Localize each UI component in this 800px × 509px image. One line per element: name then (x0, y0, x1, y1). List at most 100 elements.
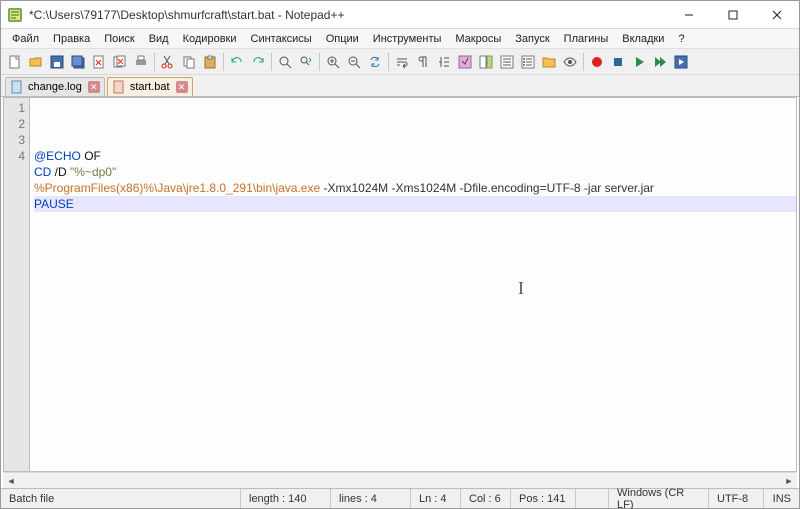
redo-icon (250, 54, 266, 70)
tab-label: change.log (28, 81, 82, 93)
record-macro-button[interactable] (587, 52, 607, 72)
file-icon (10, 80, 24, 94)
toolbar-separator (154, 53, 155, 71)
sync-scroll-button[interactable] (365, 52, 385, 72)
status-language: Batch file (1, 489, 241, 508)
code-line[interactable]: %ProgramFiles(x86)%\Java\jre1.8.0_291\bi… (34, 180, 796, 196)
line-number: 3 (4, 132, 25, 148)
save-all-button[interactable] (68, 52, 88, 72)
menu-encoding[interactable]: Кодировки (176, 31, 244, 47)
undo-icon (229, 54, 245, 70)
scroll-track[interactable] (19, 474, 781, 488)
titlebar: *C:\Users\79177\Desktop\shmurfcraft\star… (1, 1, 799, 29)
code-line[interactable]: PAUSE (34, 196, 796, 212)
find-button[interactable] (275, 52, 295, 72)
sync-icon (367, 54, 383, 70)
minimize-button[interactable] (667, 1, 711, 29)
stop-macro-button[interactable] (608, 52, 628, 72)
toolbar-separator (223, 53, 224, 71)
toolbar (1, 49, 799, 75)
doc-map-button[interactable] (476, 52, 496, 72)
zoom-out-button[interactable] (344, 52, 364, 72)
scroll-right-button[interactable]: ► (781, 474, 797, 488)
redo-button[interactable] (248, 52, 268, 72)
close-file-icon (91, 54, 107, 70)
menu-syntax[interactable]: Синтаксисы (244, 31, 319, 47)
func-list-button[interactable] (518, 52, 538, 72)
zoom-out-icon (346, 54, 362, 70)
file-icon (112, 80, 126, 94)
func-list-icon (520, 54, 536, 70)
record-icon (589, 54, 605, 70)
copy-button[interactable] (179, 52, 199, 72)
status-lines: lines : 4 (331, 489, 411, 508)
new-button[interactable] (5, 52, 25, 72)
paste-icon (202, 54, 218, 70)
new-file-icon (7, 54, 23, 70)
save-macro-button[interactable] (671, 52, 691, 72)
close-file-button[interactable] (89, 52, 109, 72)
search-icon (277, 54, 293, 70)
maximize-icon (728, 10, 738, 20)
doc-list-button[interactable] (497, 52, 517, 72)
code-line[interactable]: @ECHO OF (34, 148, 796, 164)
monitoring-button[interactable] (560, 52, 580, 72)
toolbar-separator (583, 53, 584, 71)
save-icon (49, 54, 65, 70)
menu-edit[interactable]: Правка (46, 31, 97, 47)
play-multi-button[interactable] (650, 52, 670, 72)
undo-button[interactable] (227, 52, 247, 72)
menu-file[interactable]: Файл (5, 31, 46, 47)
menu-plugins[interactable]: Плагины (557, 31, 616, 47)
toolbar-separator (319, 53, 320, 71)
menu-view[interactable]: Вид (142, 31, 176, 47)
paste-button[interactable] (200, 52, 220, 72)
open-button[interactable] (26, 52, 46, 72)
close-button[interactable] (755, 1, 799, 29)
zoom-in-button[interactable] (323, 52, 343, 72)
save-all-icon (70, 54, 86, 70)
menu-tools[interactable]: Инструменты (366, 31, 449, 47)
wordwrap-button[interactable] (392, 52, 412, 72)
user-lang-button[interactable] (455, 52, 475, 72)
print-button[interactable] (131, 52, 151, 72)
code-token: -Xmx1024M -Xms1024M -Dfile.encoding=UTF-… (320, 181, 654, 195)
folder-workspace-button[interactable] (539, 52, 559, 72)
maximize-button[interactable] (711, 1, 755, 29)
window-title: *C:\Users\79177\Desktop\shmurfcraft\star… (29, 8, 667, 22)
tab-label: start.bat (130, 81, 170, 93)
line-number: 2 (4, 116, 25, 132)
line-number: 4 (4, 148, 25, 164)
doc-list-icon (499, 54, 515, 70)
menu-macros[interactable]: Макросы (448, 31, 508, 47)
tab-start-bat[interactable]: start.bat ✕ (107, 77, 193, 96)
indent-guide-button[interactable] (434, 52, 454, 72)
status-length: length : 140 (241, 489, 331, 508)
tab-close-button[interactable]: ✕ (88, 81, 100, 93)
tabbar: change.log ✕ start.bat ✕ (1, 75, 799, 97)
menu-run[interactable]: Запуск (508, 31, 556, 47)
show-all-chars-button[interactable] (413, 52, 433, 72)
cut-button[interactable] (158, 52, 178, 72)
menu-help[interactable]: ? (671, 31, 691, 47)
menu-search[interactable]: Поиск (97, 31, 141, 47)
play-macro-button[interactable] (629, 52, 649, 72)
status-col: Col : 6 (461, 489, 511, 508)
menu-options[interactable]: Опции (319, 31, 366, 47)
zoom-in-icon (325, 54, 341, 70)
line-number: 1 (4, 100, 25, 116)
tab-change-log[interactable]: change.log ✕ (5, 77, 105, 96)
code-token: OF (81, 149, 101, 163)
replace-button[interactable] (296, 52, 316, 72)
save-button[interactable] (47, 52, 67, 72)
tab-close-button[interactable]: ✕ (176, 81, 188, 93)
menu-tabs[interactable]: Вкладки (615, 31, 671, 47)
close-all-button[interactable] (110, 52, 130, 72)
code-area[interactable]: @ECHO OFCD /D "%~dp0"%ProgramFiles(x86)%… (30, 98, 796, 471)
copy-icon (181, 54, 197, 70)
editor[interactable]: 1 2 3 4 @ECHO OFCD /D "%~dp0"%ProgramFil… (3, 97, 797, 472)
text-cursor-icon: I (518, 280, 524, 296)
play-icon (631, 54, 647, 70)
code-line[interactable]: CD /D "%~dp0" (34, 164, 796, 180)
scroll-left-button[interactable]: ◄ (3, 474, 19, 488)
